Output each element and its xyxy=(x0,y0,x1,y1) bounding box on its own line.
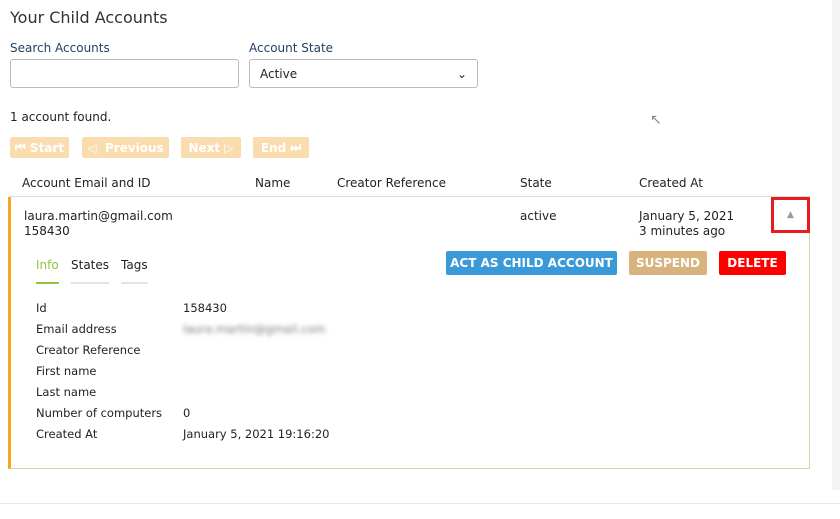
start-button[interactable]: ⏮ Start xyxy=(10,137,69,158)
caret-up-icon: ▲ xyxy=(787,210,794,220)
collapse-button[interactable]: ▲ xyxy=(771,197,810,233)
state-label: Account State xyxy=(249,41,334,55)
cursor-icon: ↖ xyxy=(650,112,662,128)
info-label: Id xyxy=(36,301,47,315)
col-email: Account Email and ID xyxy=(22,176,151,190)
row-created-relative: 3 minutes ago xyxy=(639,224,726,238)
info-value: laura.martin@gmail.com xyxy=(183,322,326,336)
start-label: Start xyxy=(29,140,65,155)
state-select-value: Active xyxy=(260,66,298,81)
tab-info[interactable]: Info xyxy=(36,258,59,284)
row-state: active xyxy=(520,209,557,223)
previous-button[interactable]: ◁ Previous xyxy=(82,137,169,158)
col-name: Name xyxy=(255,176,291,190)
row-id: 158430 xyxy=(24,224,70,238)
chevron-down-icon: ⌄ xyxy=(456,66,467,81)
page-title: Your Child Accounts xyxy=(10,8,168,27)
end-button[interactable]: End ⏭ xyxy=(253,137,309,158)
act-as-child-button[interactable]: ACT AS CHILD ACCOUNT xyxy=(446,251,617,275)
next-label: Next xyxy=(188,140,221,155)
previous-label: Previous xyxy=(104,140,164,155)
info-label: Email address xyxy=(36,322,117,336)
info-label: Number of computers xyxy=(36,406,163,420)
divider xyxy=(0,503,840,504)
info-value: 0 xyxy=(183,406,191,420)
row-created: January 5, 2021 xyxy=(639,209,735,223)
end-label: End xyxy=(260,140,287,155)
info-label: First name xyxy=(36,364,97,378)
info-label: Creator Reference xyxy=(36,343,141,357)
info-value: January 5, 2021 19:16:20 xyxy=(183,427,330,441)
col-created: Created At xyxy=(639,176,704,190)
suspend-button[interactable]: SUSPEND xyxy=(629,251,707,275)
row-email: laura.martin@gmail.com xyxy=(24,209,173,223)
tab-tags[interactable]: Tags xyxy=(121,258,148,284)
tab-states[interactable]: States xyxy=(71,258,109,284)
search-label: Search Accounts xyxy=(10,41,110,55)
col-state: State xyxy=(520,176,552,190)
result-count: 1 account found. xyxy=(10,110,112,124)
info-label: Last name xyxy=(36,385,97,399)
delete-button[interactable]: DELETE xyxy=(719,251,786,275)
info-label: Created At xyxy=(36,427,98,441)
search-input[interactable] xyxy=(10,59,239,88)
scrollbar[interactable] xyxy=(832,0,840,490)
next-button[interactable]: Next ▷ xyxy=(181,137,241,158)
state-select[interactable]: Active ⌄ xyxy=(249,59,478,88)
col-creator: Creator Reference xyxy=(337,176,447,190)
info-value: 158430 xyxy=(183,301,227,315)
